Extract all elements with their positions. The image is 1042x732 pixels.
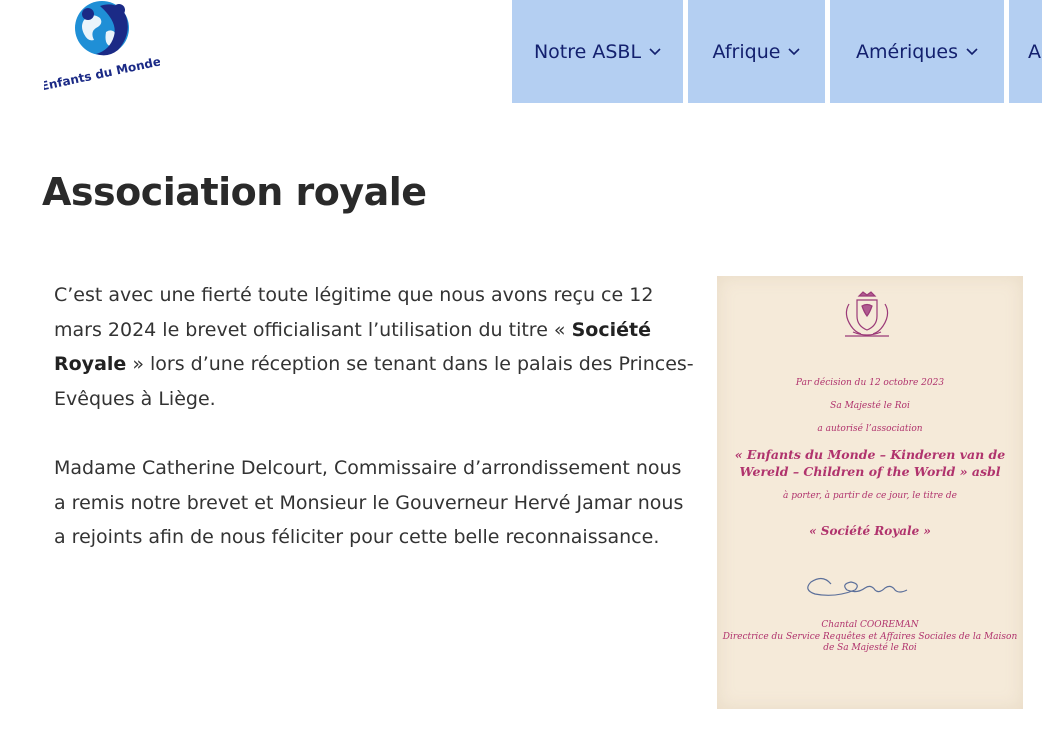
certificate-title-intro: à porter, à partir de ce jour, le titre … <box>783 491 957 501</box>
paragraph-intro-text-end: » lors d’une réception se tenant dans le… <box>54 353 694 410</box>
certificate-signatory-position: Directrice du Service Requêtes et Affair… <box>722 632 1018 653</box>
page-title: Association royale <box>42 170 427 214</box>
royal-crest-icon <box>845 291 889 337</box>
chevron-down-icon <box>966 47 978 56</box>
nav-item-label: Notre ASBL <box>533 40 642 63</box>
nav-item-afrique[interactable]: Afrique <box>688 0 825 103</box>
nav-item-ameriques[interactable]: Amériques <box>830 0 1004 103</box>
certificate-decision-date: Par décision du 12 octobre 2023 <box>795 378 945 388</box>
nav-item-notre-asbl[interactable]: Notre ASBL <box>512 0 683 103</box>
nav-item-truncated[interactable]: A <box>1009 0 1042 103</box>
nav-item-label: Amériques <box>856 40 958 63</box>
globe-children-logo-icon: Enfants du Monde <box>39 1 162 93</box>
paragraph-ceremony: Madame Catherine Delcourt, Commissaire d… <box>54 457 684 548</box>
chevron-down-icon <box>649 47 661 56</box>
article-content: C’est avec une fierté toute légitime que… <box>54 278 694 590</box>
certificate-authorised: a autorisé l’association <box>817 424 923 434</box>
site-logo[interactable]: Enfants du Monde <box>39 0 162 93</box>
logo-wordmark: Enfants du Monde <box>44 54 160 92</box>
certificate-association-name: « Enfants du Monde – Kinderen van de Wer… <box>734 447 1006 479</box>
certificate-title: « Société Royale » <box>809 524 931 538</box>
royal-certificate-image: Par décision du 12 octobre 2023 Sa Majes… <box>717 276 1023 709</box>
chevron-down-icon <box>788 47 801 56</box>
signature-icon <box>807 577 908 596</box>
nav-item-label: Afrique <box>712 40 781 63</box>
paragraph-intro: C’est avec une fierté toute légitime que… <box>54 278 694 416</box>
certificate-king: Sa Majesté le Roi <box>830 401 910 411</box>
nav-item-label: A <box>1028 40 1041 63</box>
paragraph-intro-text-start: C’est avec une fierté toute légitime que… <box>54 284 654 341</box>
certificate-signatory: Chantal COOREMAN <box>821 620 919 630</box>
